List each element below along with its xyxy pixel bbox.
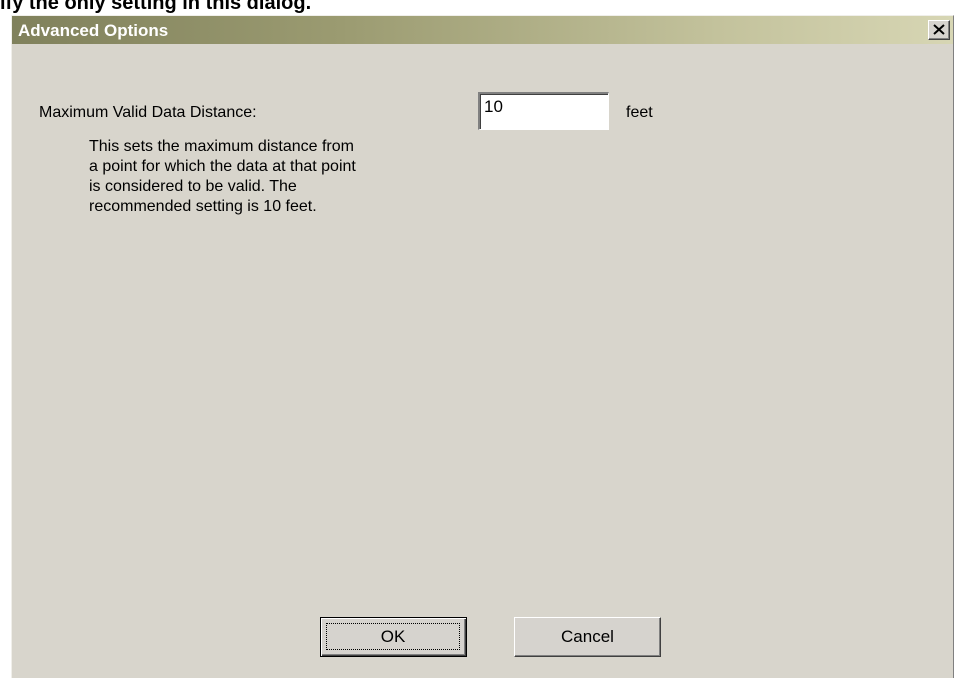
cancel-button[interactable]: Cancel <box>514 617 661 657</box>
max-distance-help-text: This sets the maximum distance from a po… <box>89 138 356 215</box>
ok-button[interactable]: OK <box>320 617 467 657</box>
advanced-options-dialog: Advanced Options Maximum Valid Data Dist… <box>11 15 954 678</box>
dialog-titlebar[interactable]: Advanced Options <box>12 16 953 44</box>
max-distance-input[interactable] <box>478 92 609 130</box>
close-icon <box>933 24 945 35</box>
distance-unit-label: feet <box>626 104 653 121</box>
ok-button-label: OK <box>326 623 460 650</box>
max-distance-label: Maximum Valid Data Distance: <box>39 104 257 121</box>
close-button[interactable] <box>928 20 950 40</box>
page-caption: ify the only setting in this dialog. <box>0 0 312 14</box>
dialog-title: Advanced Options <box>18 21 169 40</box>
